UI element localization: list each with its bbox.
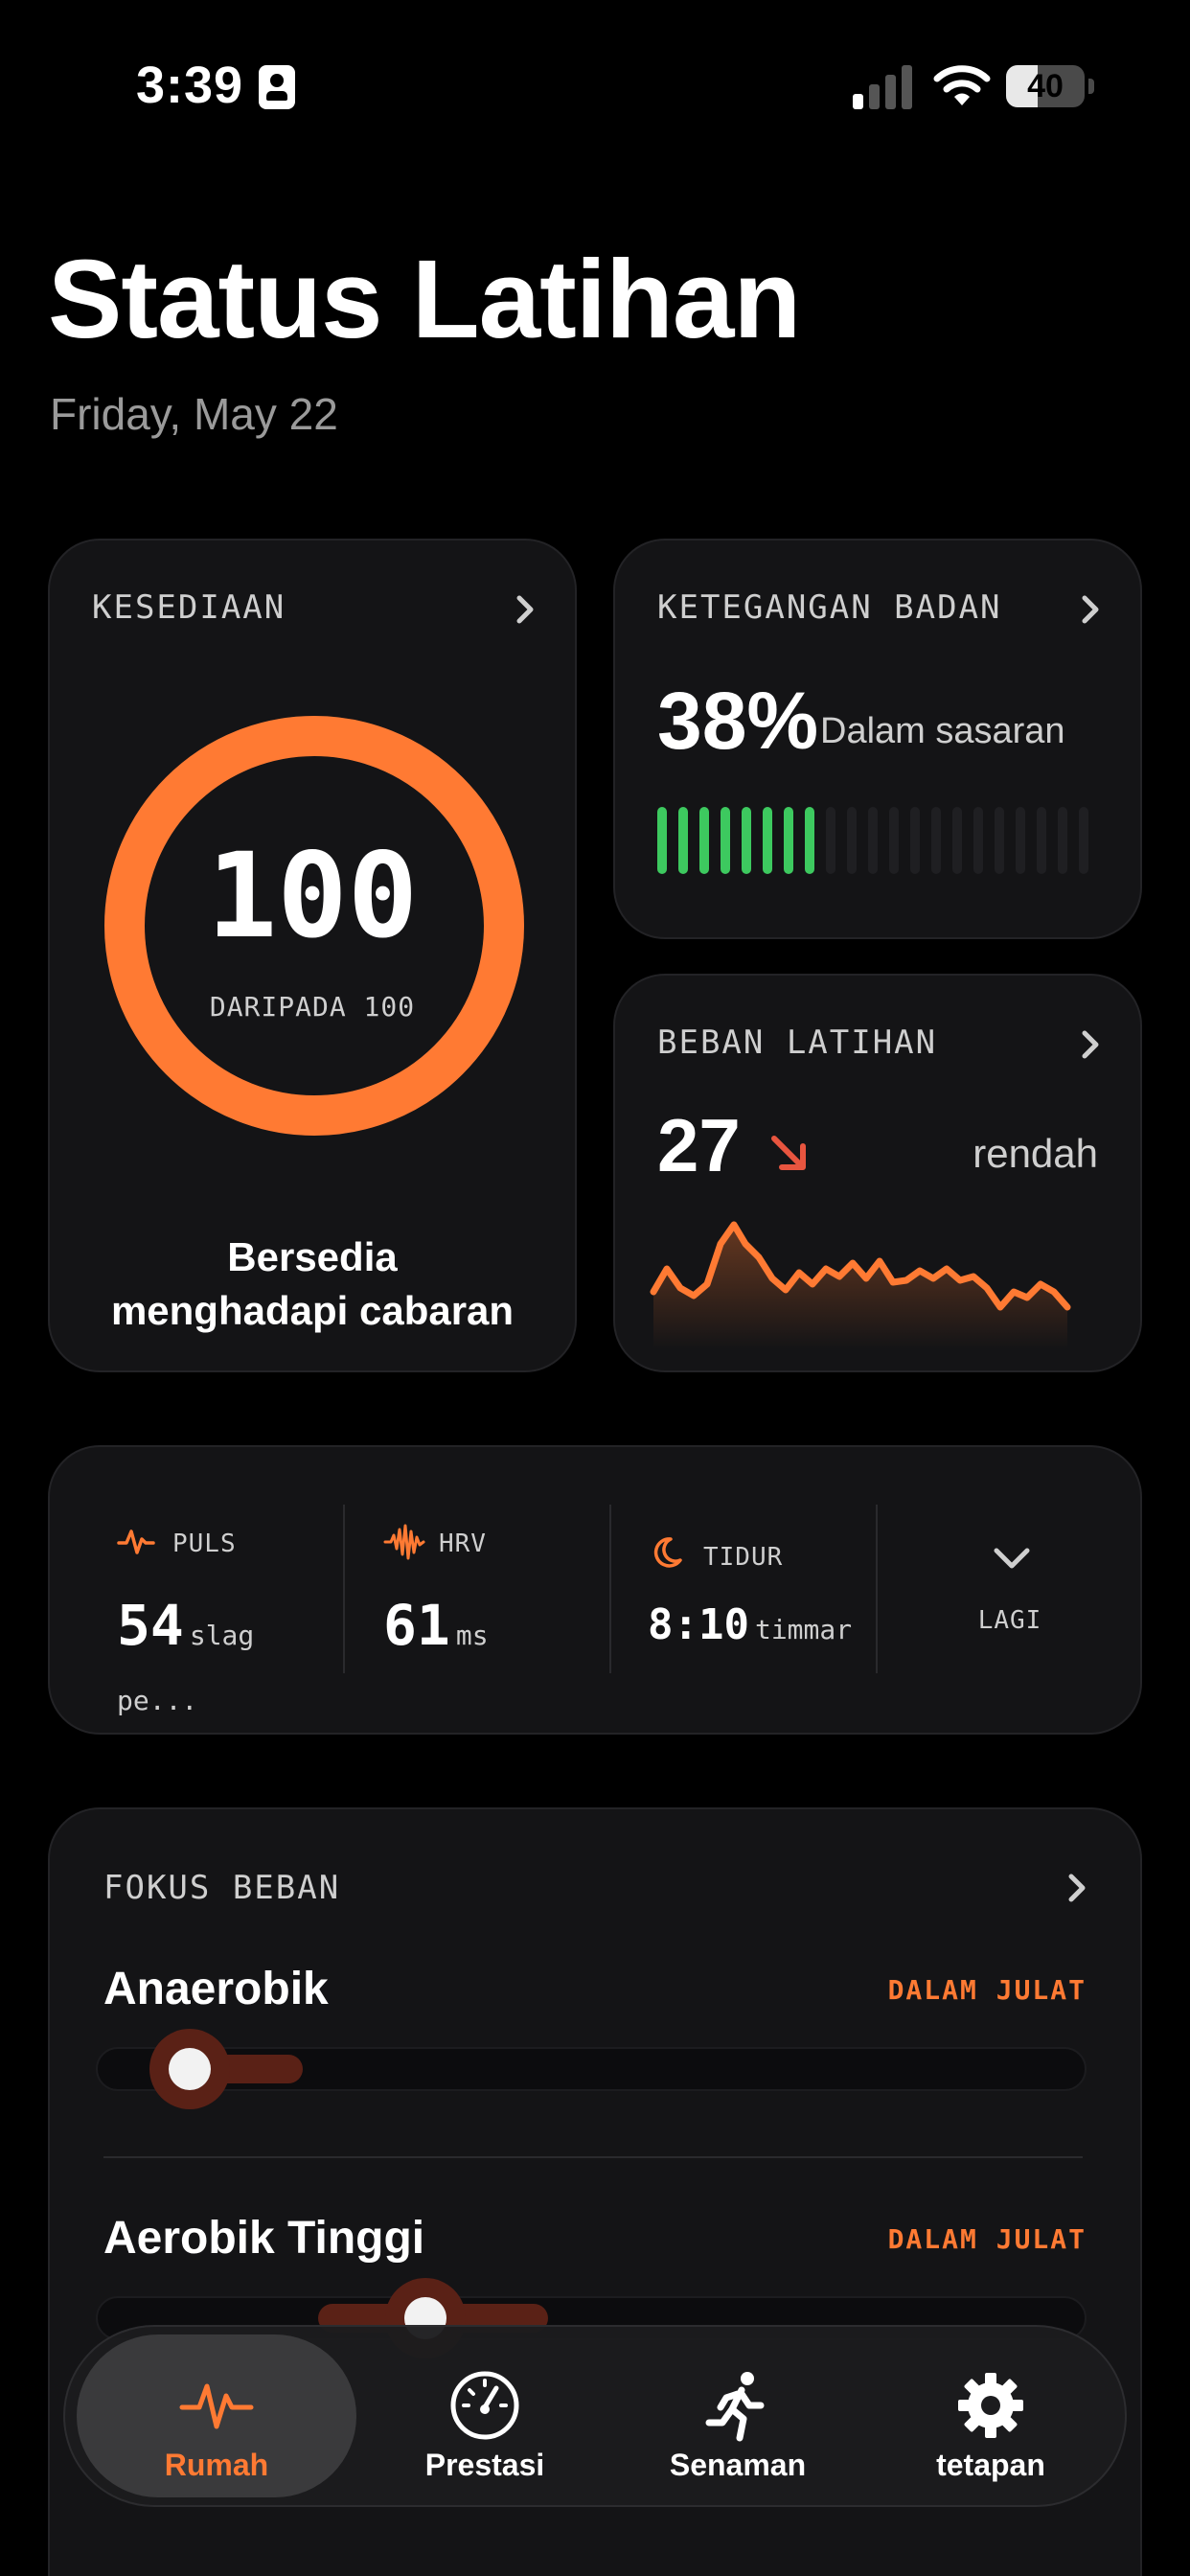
tab-bar: Rumah Prestasi Senaman tetapan: [63, 2325, 1127, 2507]
strain-bar-empty: [973, 807, 983, 874]
anaerobic-title: Anaerobik: [103, 1964, 329, 2014]
sleep-label: TIDUR: [703, 1543, 784, 1572]
strain-bar-empty: [952, 807, 962, 874]
pulse-label: PULS: [172, 1530, 237, 1558]
strain-card[interactable]: KETEGANGAN BADAN 38% Dalam sasaran: [613, 539, 1142, 939]
high-aerobic-title: Aerobik Tinggi: [103, 2213, 425, 2264]
strain-bar-empty: [1058, 807, 1067, 874]
load-focus-label: FOKUS BEBAN: [103, 1869, 341, 1907]
battery-icon: 40: [1006, 65, 1085, 107]
battery-level: 40: [1027, 68, 1064, 104]
hrv-waveform-icon: [383, 1524, 425, 1560]
running-icon: [705, 2372, 765, 2442]
strain-bar-filled: [721, 807, 730, 874]
training-load-value: 27: [657, 1103, 741, 1187]
hrv-unit: ms: [455, 1620, 489, 1651]
strain-bars: [657, 807, 1098, 874]
strain-bar-empty: [868, 807, 878, 874]
high-aerobic-status: DALAM JULAT: [887, 2223, 1087, 2255]
strain-bar-filled: [742, 807, 751, 874]
anaerobic-slider-knob[interactable]: [169, 2048, 211, 2090]
metrics-card: PULS 54 slag pe... HRV 61 ms TIDUR 8:10 tim…: [48, 1445, 1142, 1735]
tab-workout[interactable]: Senaman: [598, 2334, 878, 2497]
page-date: Friday, May 22: [50, 389, 338, 439]
anaerobic-slider[interactable]: [96, 2029, 1087, 2109]
tab-settings-label: tetapan: [936, 2448, 1045, 2482]
tab-home-label: Rumah: [164, 2448, 269, 2482]
training-load-sparkline: [650, 1221, 1071, 1349]
strain-bar-empty: [1037, 807, 1046, 874]
hrv-label: HRV: [439, 1530, 487, 1558]
strain-bar-filled: [699, 807, 709, 874]
strain-bar-empty: [1016, 807, 1025, 874]
tab-workout-label: Senaman: [669, 2448, 807, 2482]
sleep-value: 8:10: [648, 1600, 749, 1649]
readiness-card[interactable]: KESEDIAAN 100 DARIPADA 100 Bersedia meng…: [48, 539, 577, 1372]
strain-bar-empty: [889, 807, 899, 874]
tab-home[interactable]: Rumah: [77, 2334, 356, 2497]
chevron-right-icon[interactable]: [1058, 1869, 1096, 1907]
more-metrics-button[interactable]: LAGI: [878, 1447, 1142, 1735]
sleep-value-group: 8:10 timmar: [648, 1600, 852, 1649]
pulse-value-group: 54 slag pe...: [117, 1593, 343, 1723]
readiness-message: Bersedia menghadapi cabaran: [50, 1230, 575, 1338]
strain-bar-filled: [678, 807, 688, 874]
chevron-right-icon: [516, 595, 534, 624]
wifi-icon: [933, 65, 991, 105]
status-time: 3:39: [136, 57, 244, 114]
tab-performance[interactable]: Prestasi: [345, 2334, 625, 2497]
readiness-message-line2: menghadapi cabaran: [110, 1288, 515, 1333]
readiness-label: KESEDIAAN: [92, 588, 286, 627]
chevron-right-icon: [1082, 595, 1099, 624]
contact-card-icon: [259, 65, 295, 109]
sleep-unit: timmar: [754, 1614, 853, 1645]
heartbeat-icon: [117, 1530, 155, 1554]
strain-bar-empty: [1079, 807, 1088, 874]
readiness-out-of: DARIPADA 100: [209, 991, 416, 1023]
training-load-card[interactable]: BEBAN LATIHAN 27 rendah: [613, 974, 1142, 1372]
gear-icon: [958, 2373, 1023, 2438]
pulse-metric[interactable]: PULS 54 slag pe...: [50, 1447, 343, 1735]
chevron-right-icon: [1082, 1030, 1099, 1059]
strain-bar-empty: [995, 807, 1004, 874]
readiness-score: 100: [206, 828, 419, 964]
training-load-status: rendah: [973, 1131, 1098, 1176]
pulse-value: 54: [117, 1593, 184, 1658]
divider: [103, 2156, 1083, 2158]
tab-settings[interactable]: tetapan: [851, 2334, 1131, 2497]
cellular-signal-icon: [853, 65, 914, 109]
sleep-metric[interactable]: TIDUR 8:10 timmar: [611, 1447, 876, 1735]
training-load-label: BEBAN LATIHAN: [657, 1024, 938, 1062]
status-bar: 3:39 40: [0, 0, 1190, 172]
strain-label: KETEGANGAN BADAN: [657, 588, 1002, 627]
strain-bar-filled: [805, 807, 814, 874]
hrv-metric[interactable]: HRV 61 ms: [345, 1447, 609, 1735]
strain-bar-empty: [910, 807, 920, 874]
hrv-value-group: 61 ms: [383, 1593, 489, 1658]
anaerobic-status: DALAM JULAT: [887, 1974, 1087, 2006]
gauge-icon: [450, 2371, 519, 2440]
strain-bar-empty: [847, 807, 857, 874]
strain-bar-empty: [931, 807, 941, 874]
page-title: Status Latihan: [48, 237, 801, 361]
strain-bar-filled: [657, 807, 667, 874]
moon-icon: [653, 1537, 682, 1568]
readiness-message-line1: Bersedia: [227, 1234, 398, 1279]
strain-bar-filled: [763, 807, 772, 874]
strain-bar-filled: [784, 807, 793, 874]
heartbeat-icon: [179, 2383, 254, 2429]
tab-performance-label: Prestasi: [424, 2448, 545, 2482]
hrv-value: 61: [383, 1593, 450, 1658]
more-label: LAGI: [977, 1606, 1042, 1635]
trend-down-arrow-icon: [771, 1136, 806, 1170]
strain-status: Dalam sasaran: [820, 711, 1065, 751]
strain-bar-empty: [826, 807, 835, 874]
strain-percent: 38%: [657, 676, 819, 766]
chevron-down-icon: [994, 1548, 1030, 1569]
